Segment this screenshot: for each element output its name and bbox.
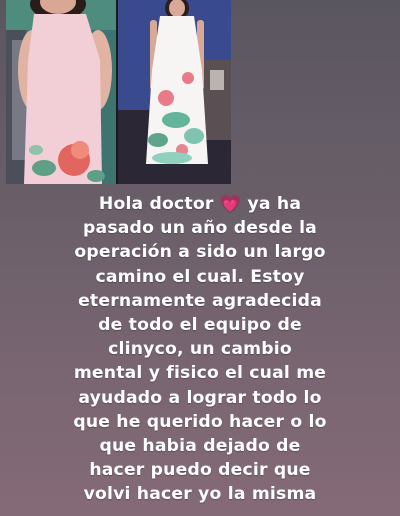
message-line-4: camino el cual. Estoy <box>95 266 305 287</box>
before-photo-illustration <box>6 0 117 184</box>
message-line-13: volvi hacer yo la misma <box>83 484 317 505</box>
story-view: Hola doctor 💗 ya ha pasado un año desde … <box>0 0 400 516</box>
before-photo <box>6 0 117 184</box>
message-line-10: que he querido hacer o lo <box>73 411 327 432</box>
message-line-8: mental y fisico el cual me <box>73 363 327 384</box>
story-message: Hola doctor 💗 ya ha pasado un año desde … <box>22 192 378 507</box>
heart-icon: 💗 <box>219 194 242 214</box>
after-photo <box>118 0 231 184</box>
message-text: ya ha <box>247 194 302 214</box>
message-line-12: hacer puedo decir que <box>89 460 311 481</box>
message-line-7: clinyco, un cambio <box>108 339 292 360</box>
message-line-11: que habia dejado de <box>99 436 301 457</box>
message-line-6: de todo el equipo de <box>98 315 302 336</box>
message-text: Hola doctor <box>98 194 214 214</box>
after-photo-illustration <box>118 0 231 184</box>
message-line-3: operación a sido un largo <box>74 242 326 263</box>
message-line-5: eternamente agradecida <box>78 290 322 311</box>
message-line-2: pasado un año desde la <box>83 218 317 239</box>
message-line-1: Hola doctor 💗 ya ha <box>22 192 378 216</box>
message-line-9: ayudado a lograr todo lo <box>78 387 322 408</box>
